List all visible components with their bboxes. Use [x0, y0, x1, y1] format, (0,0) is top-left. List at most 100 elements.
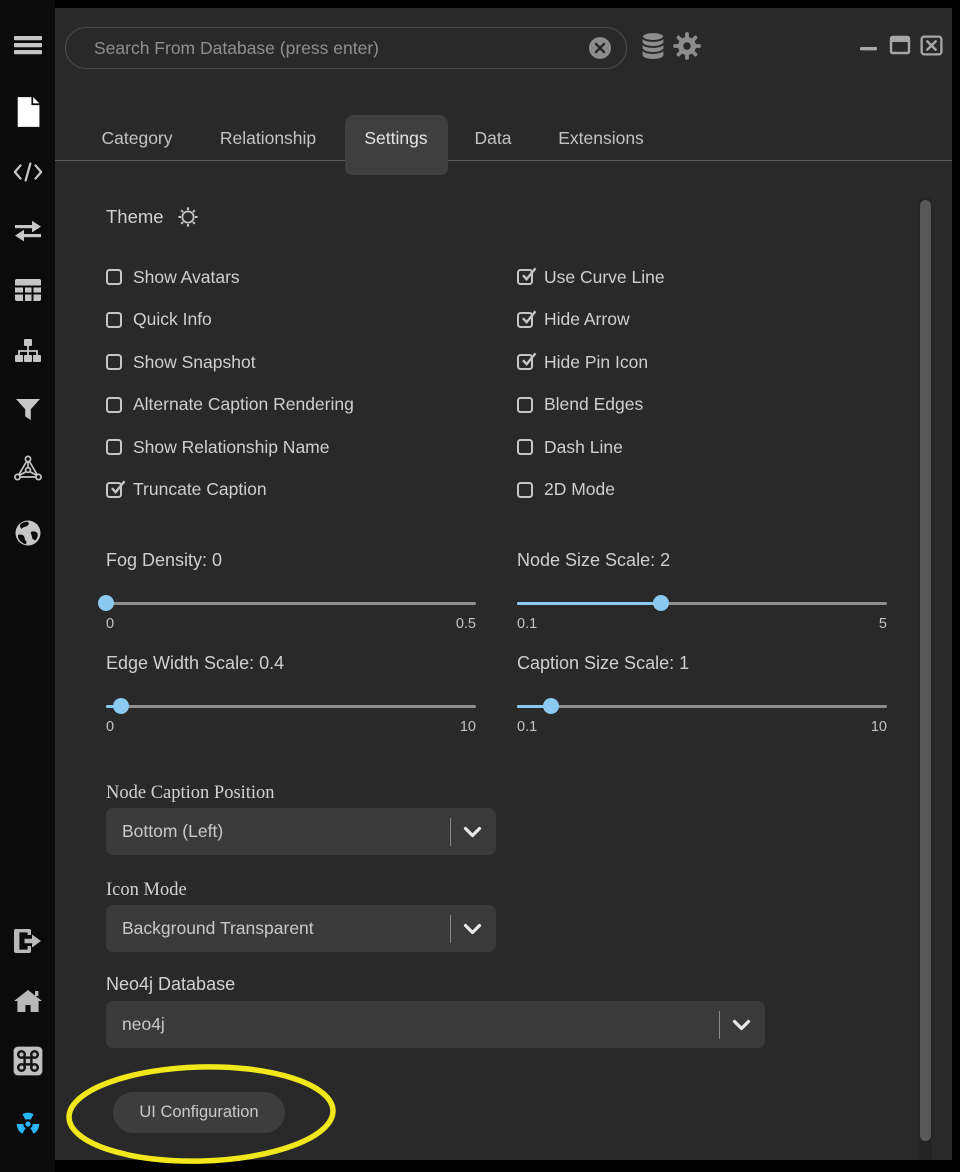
slider-caption-size-scale: Caption Size Scale: 1 0.1 10: [517, 653, 887, 735]
slider-thumb[interactable]: [113, 698, 129, 714]
icon-mode-select[interactable]: Background Transparent: [106, 905, 496, 952]
app-window: Category Relationship Settings Data Exte…: [0, 0, 960, 1172]
chevron-down-icon[interactable]: [732, 1018, 751, 1032]
checkbox-hide-pin-icon[interactable]: Hide Pin Icon: [517, 341, 917, 384]
node-caption-position-label: Node Caption Position: [106, 783, 275, 805]
selected-value: Background Transparent: [122, 918, 450, 939]
select-divider: [719, 1011, 721, 1039]
checkbox-blend-edges[interactable]: Blend Edges: [517, 384, 917, 427]
file-icon[interactable]: [13, 97, 43, 127]
slider-fill: [517, 602, 661, 605]
checkbox-show-snapshot[interactable]: Show Snapshot: [106, 341, 506, 384]
checkbox-icon[interactable]: [517, 397, 533, 413]
slider-label: Node Size Scale: 2: [517, 550, 887, 572]
node-size-scale-slider[interactable]: [517, 594, 887, 612]
gear-icon[interactable]: [672, 31, 702, 61]
selected-value: Bottom (Left): [122, 821, 450, 842]
checkbox-icon[interactable]: [517, 269, 533, 285]
sun-gear-icon[interactable]: [177, 206, 199, 228]
menu-icon[interactable]: [13, 30, 43, 60]
slider-track[interactable]: [106, 705, 476, 708]
caption-size-scale-slider[interactable]: [517, 697, 887, 715]
database-icon[interactable]: [638, 31, 668, 61]
sitemap-icon[interactable]: [13, 336, 43, 366]
tab-relationship[interactable]: Relationship: [220, 128, 316, 149]
tab-divider-line: [55, 160, 952, 161]
edge-width-scale-slider[interactable]: [106, 697, 476, 715]
checkbox-icon[interactable]: [517, 439, 533, 455]
theme-label: Theme: [106, 206, 164, 228]
logout-icon[interactable]: [13, 926, 43, 956]
slider-thumb[interactable]: [653, 595, 669, 611]
main-panel: Category Relationship Settings Data Exte…: [55, 8, 952, 1160]
checkbox-quick-info[interactable]: Quick Info: [106, 299, 506, 342]
slider-edge-width-scale: Edge Width Scale: 0.4 0 10: [106, 653, 476, 735]
checkbox-show-relationship-name[interactable]: Show Relationship Name: [106, 426, 506, 469]
sidebar: [0, 0, 55, 1172]
checkbox-column-left: Show Avatars Quick Info Show Snapshot Al…: [106, 256, 506, 511]
filter-icon[interactable]: [13, 395, 43, 425]
selected-value: neo4j: [122, 1014, 719, 1035]
command-icon[interactable]: [13, 1046, 43, 1076]
select-divider: [450, 818, 452, 846]
maximize-icon[interactable]: [887, 32, 913, 58]
swap-arrows-icon[interactable]: [13, 216, 43, 246]
tab-extensions[interactable]: Extensions: [558, 128, 644, 149]
checkbox-icon[interactable]: [106, 269, 122, 285]
fog-density-slider[interactable]: [106, 594, 476, 612]
table-icon[interactable]: [13, 275, 43, 305]
checkbox-icon[interactable]: [106, 354, 122, 370]
checkbox-use-curve-line[interactable]: Use Curve Line: [517, 256, 917, 299]
slider-thumb[interactable]: [98, 595, 114, 611]
globe-icon[interactable]: [13, 518, 43, 548]
checkbox-2d-mode[interactable]: 2D Mode: [517, 469, 917, 512]
slider-range-labels: 0.1 10: [517, 719, 887, 735]
slider-label: Edge Width Scale: 0.4: [106, 653, 476, 675]
icon-mode-label: Icon Mode: [106, 880, 187, 902]
tab-settings[interactable]: Settings: [364, 128, 427, 149]
checkbox-hide-arrow[interactable]: Hide Arrow: [517, 299, 917, 342]
chevron-down-icon[interactable]: [463, 922, 482, 936]
neo4j-database-label: Neo4j Database: [106, 974, 235, 996]
checkbox-icon[interactable]: [106, 439, 122, 455]
code-icon[interactable]: [13, 157, 43, 187]
search-box[interactable]: [65, 27, 627, 69]
slider-label: Fog Density: 0: [106, 550, 476, 572]
checkbox-icon[interactable]: [106, 482, 122, 498]
search-input[interactable]: [92, 37, 588, 60]
clear-circle-icon[interactable]: [588, 36, 612, 60]
slider-range-labels: 0 10: [106, 719, 476, 735]
slider-track[interactable]: [106, 602, 476, 605]
slider-fog-density: Fog Density: 0 0 0.5: [106, 550, 476, 632]
slider-thumb[interactable]: [543, 698, 559, 714]
slider-node-size-scale: Node Size Scale: 2 0.1 5: [517, 550, 887, 632]
tab-data[interactable]: Data: [475, 128, 512, 149]
checkbox-show-avatars[interactable]: Show Avatars: [106, 256, 506, 299]
home-icon[interactable]: [13, 986, 43, 1016]
neo4j-database-select[interactable]: neo4j: [106, 1001, 765, 1048]
checkbox-icon[interactable]: [517, 312, 533, 328]
slider-label: Caption Size Scale: 1: [517, 653, 887, 675]
ui-configuration-button[interactable]: UI Configuration: [113, 1092, 285, 1133]
checkbox-icon[interactable]: [106, 312, 122, 328]
checkbox-icon[interactable]: [106, 397, 122, 413]
checkbox-icon[interactable]: [517, 354, 533, 370]
theme-section-header: Theme: [106, 206, 199, 228]
graph-icon[interactable]: [13, 453, 43, 483]
close-icon[interactable]: [918, 32, 944, 58]
slider-track[interactable]: [517, 705, 887, 708]
radiation-icon[interactable]: [13, 1109, 43, 1139]
chevron-down-icon[interactable]: [463, 825, 482, 839]
tab-category[interactable]: Category: [101, 128, 172, 149]
checkbox-icon[interactable]: [517, 482, 533, 498]
checkbox-truncate-caption[interactable]: Truncate Caption: [106, 469, 506, 512]
checkbox-column-right: Use Curve Line Hide Arrow Hide Pin Icon …: [517, 256, 917, 511]
node-caption-position-select[interactable]: Bottom (Left): [106, 808, 496, 855]
minimize-icon[interactable]: [856, 32, 882, 58]
slider-range-labels: 0.1 5: [517, 616, 887, 632]
select-divider: [450, 915, 452, 943]
checkbox-dash-line[interactable]: Dash Line: [517, 426, 917, 469]
slider-range-labels: 0 0.5: [106, 616, 476, 632]
checkbox-alternate-caption-rendering[interactable]: Alternate Caption Rendering: [106, 384, 506, 427]
scrollbar-thumb[interactable]: [920, 200, 931, 1141]
